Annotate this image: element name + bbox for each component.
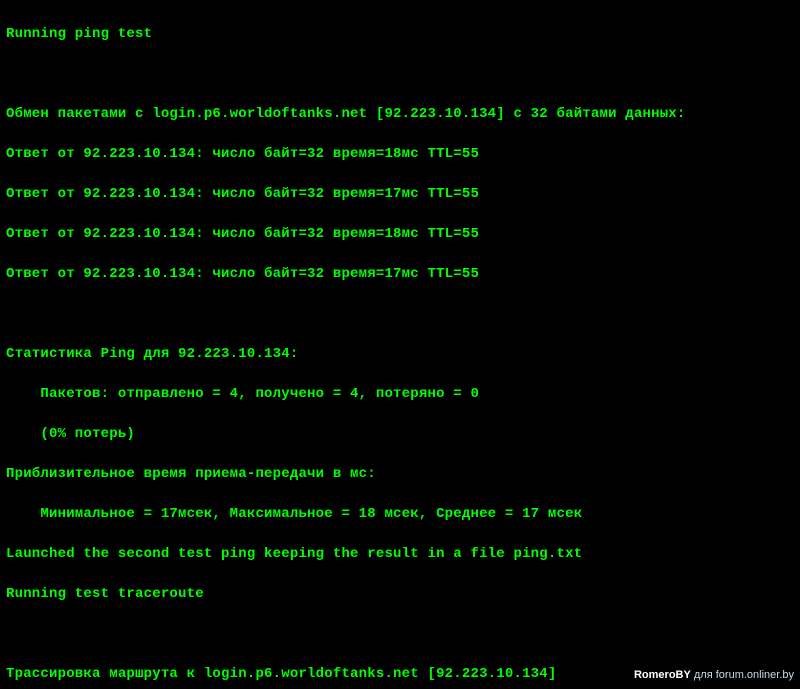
- watermark-mid: для: [691, 669, 716, 681]
- ping-approx-values: Минимальное = 17мсек, Максимальное = 18 …: [6, 504, 794, 524]
- ping-intro: Обмен пакетами с login.p6.worldoftanks.n…: [6, 104, 794, 124]
- terminal-window: Running ping test Обмен пакетами с login…: [0, 0, 800, 689]
- blank: [6, 304, 794, 324]
- watermark-user: RomeroBY: [634, 669, 691, 681]
- ping-approx-header: Приблизительное время приема-передачи в …: [6, 464, 794, 484]
- ping-reply: Ответ от 92.223.10.134: число байт=32 вр…: [6, 224, 794, 244]
- ping-stats-loss: (0% потерь): [6, 424, 794, 444]
- watermark: RomeroBY для forum.onliner.by: [634, 665, 794, 685]
- ping-reply: Ответ от 92.223.10.134: число байт=32 вр…: [6, 264, 794, 284]
- ping-reply: Ответ от 92.223.10.134: число байт=32 вр…: [6, 144, 794, 164]
- mid-line-2: Running test traceroute: [6, 584, 794, 604]
- ping-stats-header: Статистика Ping для 92.223.10.134:: [6, 344, 794, 364]
- header-line: Running ping test: [6, 24, 794, 44]
- ping-stats-packets: Пакетов: отправлено = 4, получено = 4, п…: [6, 384, 794, 404]
- mid-line-1: Launched the second test ping keeping th…: [6, 544, 794, 564]
- watermark-site: forum.onliner.by: [716, 669, 794, 681]
- ping-reply: Ответ от 92.223.10.134: число байт=32 вр…: [6, 184, 794, 204]
- blank: [6, 624, 794, 644]
- blank: [6, 64, 794, 84]
